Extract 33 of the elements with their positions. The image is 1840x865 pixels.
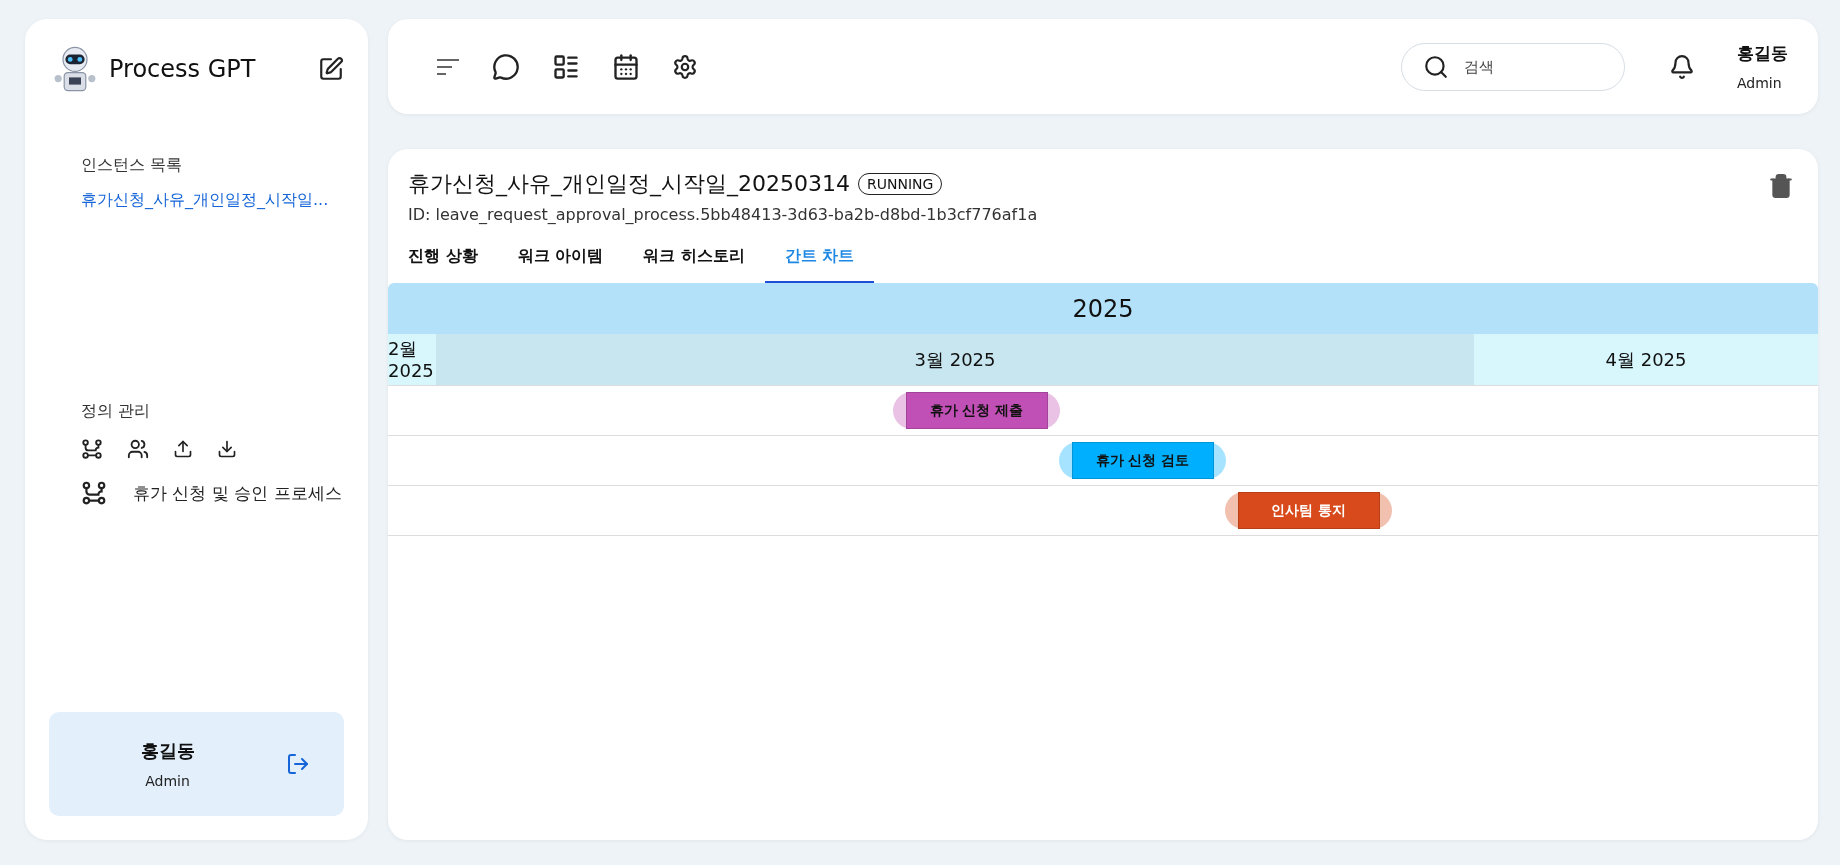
calendar-icon[interactable]	[612, 52, 640, 81]
settings-icon[interactable]	[672, 52, 698, 81]
users-icon[interactable]	[127, 438, 149, 460]
section-heading: 정의 관리	[80, 401, 152, 422]
flow-icon	[81, 480, 107, 506]
bell-icon[interactable]	[1669, 53, 1695, 80]
upload-icon[interactable]	[173, 438, 193, 460]
section-heading: 인스턴스 목록	[80, 155, 184, 176]
year-header: 2025	[388, 283, 1818, 334]
user-role: Admin	[1737, 75, 1783, 91]
download-icon[interactable]	[217, 438, 237, 460]
tab[interactable]: 워크 아이템	[497, 246, 624, 283]
instance-title: 휴가신청_사유_개인일정_시작일_20250314	[408, 170, 850, 199]
user-name: 홍길동	[1737, 42, 1788, 65]
tab[interactable]: 워크 히스토리	[623, 246, 765, 283]
search-icon	[1423, 53, 1449, 80]
user-role: Admin	[145, 773, 190, 789]
user-name: 홍길동	[140, 739, 195, 763]
chat-icon[interactable]	[492, 52, 520, 81]
instance-id: ID: leave_request_approval_process.5bb48413-3d63-ba2b-d8bd-1b3cf776af1a	[408, 205, 1039, 224]
instance-link[interactable]: 휴가신청_사유_개인일정_시작일...	[49, 190, 344, 211]
tab[interactable]: 진행 상황	[388, 246, 498, 283]
month-header: 4월 2025	[1474, 334, 1818, 385]
app-name: Process GPT	[109, 55, 257, 83]
list-icon[interactable]	[552, 52, 580, 81]
search-field[interactable]: 검색	[1401, 42, 1625, 91]
definition-item[interactable]: 휴가 신청 및 승인 프로세스	[133, 481, 342, 505]
month-header: 3월 2025	[436, 334, 1474, 385]
delete-icon[interactable]	[1768, 173, 1794, 199]
month-header: 2월 2025	[388, 334, 436, 385]
logout-icon[interactable]	[286, 752, 310, 776]
menu-icon[interactable]	[436, 57, 460, 76]
edit-icon[interactable]	[318, 56, 344, 82]
